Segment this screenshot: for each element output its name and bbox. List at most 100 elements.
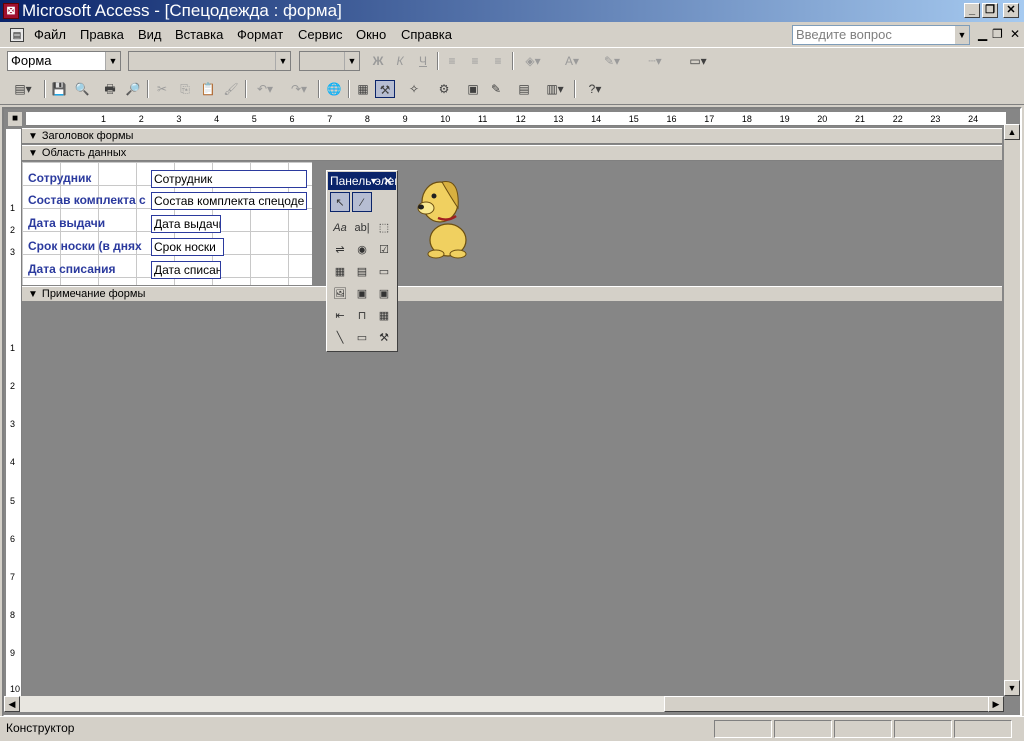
- textbox-wear-period[interactable]: Срок носки: [151, 238, 224, 256]
- chevron-down-icon[interactable]: ▼: [369, 172, 378, 190]
- chevron-down-icon[interactable]: ▼: [275, 52, 290, 70]
- label-employee[interactable]: Сотрудник: [28, 170, 98, 186]
- chevron-down-icon[interactable]: ▼: [955, 26, 969, 44]
- option-group-icon[interactable]: ⬚: [374, 218, 394, 238]
- mdi-close-button[interactable]: ✕: [1010, 27, 1020, 41]
- label-issue-date[interactable]: Дата выдачи: [28, 215, 112, 231]
- toolbox-title-bar[interactable]: Панель элементов▼✕: [328, 172, 396, 190]
- toolbox-palette[interactable]: Панель элементов▼✕ ↖ ⁄ Aa ab| ⬚ ⇌ ◉ ☑ ▦ …: [326, 170, 398, 352]
- subform-icon[interactable]: ▦: [374, 306, 394, 326]
- menu-help[interactable]: Справка: [401, 27, 452, 43]
- dog-assistant-icon[interactable]: [412, 174, 476, 260]
- menu-format[interactable]: Формат: [237, 27, 283, 43]
- hyperlink-icon[interactable]: 🌐: [324, 80, 344, 98]
- minimize-button[interactable]: _: [964, 3, 980, 18]
- form-selector[interactable]: ■: [8, 112, 22, 126]
- menu-insert[interactable]: Вставка: [175, 27, 223, 43]
- object-select[interactable]: Форма ▼: [7, 51, 121, 71]
- redo-icon[interactable]: ↷▾: [284, 80, 314, 98]
- close-icon[interactable]: ✕: [383, 172, 393, 190]
- scroll-down-arrow-icon[interactable]: ▼: [1004, 680, 1020, 696]
- underline-button[interactable]: Ч: [413, 52, 433, 70]
- mdi-minimize-button[interactable]: ▁: [978, 27, 987, 41]
- form-system-icon[interactable]: ▤: [10, 28, 24, 42]
- horizontal-scroll-thumb[interactable]: [664, 696, 989, 712]
- list-box-icon[interactable]: ▤: [352, 262, 372, 282]
- undo-icon[interactable]: ↶▾: [250, 80, 280, 98]
- unbound-object-icon[interactable]: ▣: [352, 284, 372, 304]
- command-button-icon[interactable]: ▭: [374, 262, 394, 282]
- detail-section-grid[interactable]: Сотрудник Сотрудник Состав комплекта с С…: [22, 162, 312, 285]
- section-form-header[interactable]: ▼ Заголовок формы: [22, 128, 1002, 144]
- toggle-button-icon[interactable]: ⇌: [330, 240, 350, 260]
- textbox-issue-date[interactable]: Дата выдачи: [151, 215, 221, 233]
- builder-icon[interactable]: ✎: [486, 80, 506, 98]
- special-effect-icon[interactable]: ▭▾: [680, 52, 716, 70]
- menu-file[interactable]: Файл: [34, 27, 66, 43]
- rectangle-tool-icon[interactable]: ▭: [352, 328, 372, 348]
- textbox-tool-icon[interactable]: ab|: [352, 218, 372, 238]
- scroll-right-arrow-icon[interactable]: ▶: [988, 696, 1004, 712]
- code-icon[interactable]: ⚙: [434, 80, 454, 98]
- tab-control-icon[interactable]: ⊓: [352, 306, 372, 326]
- label-kit[interactable]: Состав комплекта с: [28, 192, 150, 208]
- scroll-left-arrow-icon[interactable]: ◀: [4, 696, 20, 712]
- field-list-icon[interactable]: ▦: [353, 80, 373, 98]
- close-button[interactable]: ✕: [1003, 3, 1019, 18]
- bold-button[interactable]: Ж: [368, 52, 388, 70]
- fill-color-icon[interactable]: ◈▾: [518, 52, 548, 70]
- autoformat-icon[interactable]: ✧: [404, 80, 424, 98]
- print-icon[interactable]: 🖶: [100, 80, 120, 98]
- align-left-icon[interactable]: ≡: [442, 52, 462, 70]
- vertical-scrollbar[interactable]: ▲ ▼: [1004, 124, 1020, 696]
- file-search-icon[interactable]: 🔍: [72, 80, 92, 98]
- toolbox-icon[interactable]: ⚒: [375, 80, 395, 98]
- database-window-icon[interactable]: ▤: [514, 80, 534, 98]
- menu-tools[interactable]: Сервис: [298, 27, 343, 43]
- line-width-icon[interactable]: ┈▾: [640, 52, 670, 70]
- chevron-down-icon[interactable]: ▼: [344, 52, 359, 70]
- checkbox-tool-icon[interactable]: ☑: [374, 240, 394, 260]
- line-tool-icon[interactable]: ╲: [330, 328, 350, 348]
- line-color-icon[interactable]: ✎▾: [597, 52, 627, 70]
- more-controls-icon[interactable]: ⚒: [374, 328, 394, 348]
- chevron-down-icon[interactable]: ▼: [105, 52, 120, 70]
- scroll-up-arrow-icon[interactable]: ▲: [1004, 124, 1020, 140]
- font-size-select[interactable]: ▼: [299, 51, 360, 71]
- horizontal-scrollbar[interactable]: ◀ ▶: [4, 696, 1004, 712]
- properties-icon[interactable]: ▣: [463, 80, 483, 98]
- print-preview-icon[interactable]: 🔎: [123, 80, 143, 98]
- option-button-icon[interactable]: ◉: [352, 240, 372, 260]
- label-writeoff-date[interactable]: Дата списания: [28, 261, 122, 277]
- textbox-kit[interactable]: Состав комплекта спецоде: [151, 192, 307, 210]
- combo-box-icon[interactable]: ▦: [330, 262, 350, 282]
- font-name-select[interactable]: ▼: [128, 51, 291, 71]
- image-tool-icon[interactable]: 🖼: [330, 284, 350, 304]
- section-form-footer[interactable]: ▼ Примечание формы: [22, 286, 1002, 302]
- restore-button[interactable]: ❐: [982, 3, 998, 18]
- bound-object-icon[interactable]: ▣: [374, 284, 394, 304]
- textbox-writeoff-date[interactable]: Дата списан: [151, 261, 221, 279]
- italic-button[interactable]: К: [390, 52, 410, 70]
- copy-icon[interactable]: ⎘: [175, 80, 195, 98]
- page-break-icon[interactable]: ⇤: [330, 306, 350, 326]
- paste-icon[interactable]: 📋: [198, 80, 218, 98]
- ask-question-input[interactable]: Введите вопрос ▼: [792, 25, 970, 45]
- align-right-icon[interactable]: ≡: [488, 52, 508, 70]
- view-icon[interactable]: ▤▾: [7, 80, 39, 98]
- control-wizards-icon[interactable]: ⁄: [352, 192, 372, 212]
- label-tool-icon[interactable]: Aa: [330, 218, 350, 238]
- align-center-icon[interactable]: ≡: [465, 52, 485, 70]
- section-detail[interactable]: ▼ Область данных: [22, 145, 1002, 161]
- horizontal-ruler[interactable]: 1234567891011121314151617181920212223242…: [26, 112, 1006, 126]
- cut-icon[interactable]: ✂: [152, 80, 172, 98]
- new-object-icon[interactable]: ▥▾: [540, 80, 570, 98]
- save-icon[interactable]: 💾: [49, 80, 69, 98]
- menu-view[interactable]: Вид: [138, 27, 162, 43]
- mdi-restore-button[interactable]: ❐: [992, 27, 1003, 41]
- vertical-ruler[interactable]: 1 2 3 1 2 3 4 5 6 7 8 9 10: [6, 129, 22, 699]
- textbox-employee[interactable]: Сотрудник: [151, 170, 307, 188]
- menu-edit[interactable]: Правка: [80, 27, 124, 43]
- menu-window[interactable]: Окно: [356, 27, 386, 43]
- label-wear-period[interactable]: Срок носки (в днях: [28, 238, 150, 254]
